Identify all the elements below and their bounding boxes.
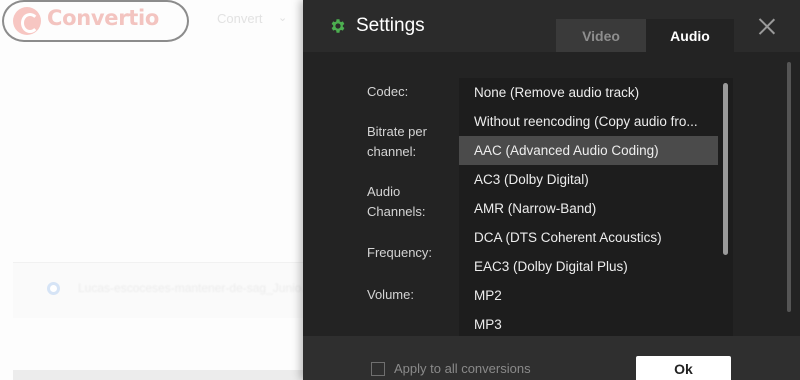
- codec-option[interactable]: AC3 (Dolby Digital): [459, 165, 718, 194]
- codec-option[interactable]: AMR (Narrow-Band): [459, 194, 718, 223]
- apply-all-checkbox[interactable]: [371, 362, 385, 376]
- file-name: Lucas-escoceses-mantener-de-sag_Junio.mp…: [78, 281, 306, 295]
- settings-dialog: Settings Video Audio Codec: Bitrate per …: [303, 0, 800, 380]
- nav-convert-menu[interactable]: Convert: [217, 11, 263, 26]
- dialog-title: Settings: [356, 15, 425, 36]
- background-bottom-bar: [13, 370, 313, 380]
- codec-option-selected[interactable]: AAC (Advanced Audio Coding): [459, 136, 718, 165]
- dialog-header: Settings Video Audio: [303, 0, 800, 52]
- codec-option[interactable]: Without reencoding (Copy audio fro...: [459, 107, 718, 136]
- codec-option[interactable]: None (Remove audio track): [459, 78, 718, 107]
- codec-option[interactable]: MP3: [459, 310, 718, 338]
- convertio-logo-icon: [13, 7, 41, 35]
- codec-option[interactable]: MP2: [459, 281, 718, 310]
- codec-label: Codec:: [367, 84, 409, 99]
- tab-audio[interactable]: Audio: [646, 19, 734, 52]
- volume-label: Volume:: [367, 287, 414, 302]
- bitrate-label: Bitrate per channel:: [367, 124, 427, 159]
- radio-icon[interactable]: [47, 282, 60, 295]
- logo-text[interactable]: Convertio: [47, 6, 159, 30]
- codec-option[interactable]: EAC3 (Dolby Digital Plus): [459, 252, 718, 281]
- tab-video[interactable]: Video: [556, 19, 646, 52]
- close-icon[interactable]: [758, 18, 775, 35]
- frequency-label: Frequency:: [367, 245, 433, 260]
- dropdown-scrollbar[interactable]: [723, 83, 728, 255]
- dialog-scrollbar[interactable]: [787, 62, 791, 312]
- chevron-down-icon: ⌄: [278, 11, 288, 24]
- ok-button[interactable]: Ok: [636, 356, 731, 380]
- audio-channels-label: Audio Channels:: [367, 184, 426, 219]
- apply-all-label[interactable]: Apply to all conversions: [394, 361, 531, 376]
- codec-option[interactable]: DCA (DTS Coherent Acoustics): [459, 223, 718, 252]
- codec-dropdown-list[interactable]: None (Remove audio track) Without reenco…: [459, 78, 733, 338]
- gear-icon: [331, 19, 345, 33]
